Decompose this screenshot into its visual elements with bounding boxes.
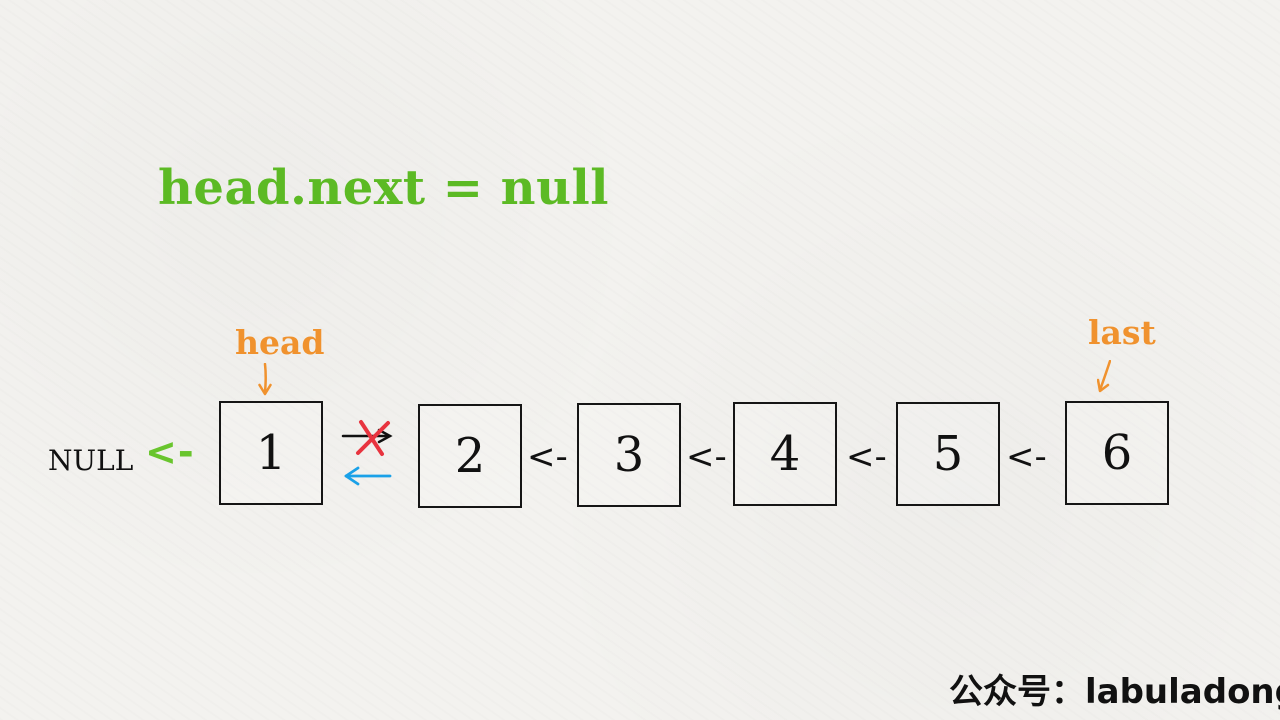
diagram-title: head.next = null	[158, 160, 609, 216]
list-node-5: 5	[896, 402, 1000, 506]
link-arrow-3-to-2: <-	[527, 437, 568, 477]
link-arrow-4-to-3: <-	[686, 437, 727, 477]
list-node-1: 1	[219, 401, 323, 505]
list-node-2: 2	[418, 404, 522, 508]
list-node-4: 4	[733, 402, 837, 506]
source-watermark: 公众号：labuladong	[949, 672, 1280, 712]
link-arrow-5-to-4: <-	[846, 437, 887, 477]
last-pointer-arrow	[1097, 360, 1111, 393]
null-arrow: <-	[145, 430, 195, 474]
list-node-6: 6	[1065, 401, 1169, 505]
paper-background	[0, 0, 1280, 720]
broken-link-cross	[341, 420, 393, 486]
link-arrow-6-to-5: <-	[1006, 437, 1047, 477]
head-pointer-label: head	[235, 323, 325, 362]
last-pointer-label: last	[1088, 313, 1156, 352]
head-pointer-arrow	[258, 363, 272, 396]
list-node-3: 3	[577, 403, 681, 507]
null-label: NULL	[48, 444, 134, 477]
